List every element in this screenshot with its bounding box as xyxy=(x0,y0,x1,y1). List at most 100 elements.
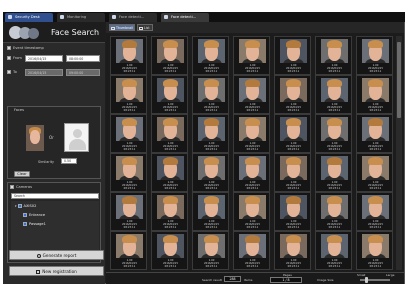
reference-face-image[interactable] xyxy=(26,125,44,151)
face-thumbnail[interactable]: 1.00 2016/04/15 08:23:11 xyxy=(110,114,147,153)
thumbnail-view-button[interactable]: Thumbnail xyxy=(109,24,135,31)
face-thumbnail[interactable]: 1.00 2016/04/15 08:23:11 xyxy=(356,192,393,231)
image-size-slider-knob[interactable] xyxy=(364,277,368,283)
face-thumbnail[interactable]: 1.00 2016/04/15 08:23:11 xyxy=(274,192,311,231)
to-date-field[interactable]: 2016/04/15 xyxy=(25,69,63,76)
thumbnail-time: 08:23:11 xyxy=(164,265,177,268)
to-checkbox[interactable] xyxy=(7,70,11,74)
face-thumbnail[interactable]: 1.00 2016/04/15 08:23:11 xyxy=(192,75,229,114)
face-thumbnail[interactable]: 1.00 2016/04/15 08:23:11 xyxy=(151,75,188,114)
face-thumbnail[interactable]: 1.00 2016/04/15 08:23:11 xyxy=(315,75,352,114)
camera-checkbox[interactable] xyxy=(23,222,27,226)
from-row: From 2016/04/15 08:00:00 xyxy=(7,55,103,62)
face-thumbnail[interactable]: 1.00 2016/04/15 08:23:11 xyxy=(315,36,352,75)
thumbnail-time: 08:23:11 xyxy=(369,265,382,268)
image-size-label: Image Size xyxy=(317,278,334,282)
thumbnail-time: 08:23:11 xyxy=(123,70,136,73)
face-placeholder-image[interactable] xyxy=(64,123,89,152)
tab-face-detection-1[interactable]: Face detecti... xyxy=(109,13,157,22)
face-thumbnail[interactable]: 1.00 2016/04/15 08:23:11 xyxy=(274,153,311,192)
from-date-field[interactable]: 2016/04/15 xyxy=(25,55,63,62)
face-thumbnail[interactable]: 1.00 2016/04/15 08:23:11 xyxy=(233,36,270,75)
face-thumbnail[interactable]: 1.00 2016/04/15 08:23:11 xyxy=(192,36,229,75)
face-thumbnail[interactable]: 1.00 2016/04/15 08:23:11 xyxy=(151,231,188,270)
page-title: Face Search xyxy=(51,28,100,37)
face-image xyxy=(362,39,389,63)
face-thumbnail[interactable]: 1.00 2016/04/15 08:23:11 xyxy=(192,114,229,153)
face-thumbnail[interactable]: 1.00 2016/04/15 08:23:11 xyxy=(110,231,147,270)
face-thumbnail[interactable]: 1.00 2016/04/15 08:23:11 xyxy=(315,192,352,231)
face-image xyxy=(157,39,184,63)
to-time-field[interactable]: 09:00:00 xyxy=(66,69,100,76)
face-thumbnail[interactable]: 1.00 2016/04/15 08:23:11 xyxy=(151,114,188,153)
face-thumbnail[interactable]: 1.00 2016/04/15 08:23:11 xyxy=(356,75,393,114)
thumbnail-time: 08:23:11 xyxy=(205,265,218,268)
face-thumbnail[interactable]: 1.00 2016/04/15 08:23:11 xyxy=(356,114,393,153)
face-thumbnail[interactable]: 1.00 2016/04/15 08:23:11 xyxy=(274,114,311,153)
face-thumbnail[interactable]: 1.00 2016/04/15 08:23:11 xyxy=(274,75,311,114)
camera-item-passage1[interactable]: Passage1 xyxy=(23,221,46,227)
face-thumbnail[interactable]: 1.00 2016/04/15 08:23:11 xyxy=(110,36,147,75)
tab-label: Face detecti... xyxy=(171,15,197,19)
face-thumbnail[interactable]: 1.00 2016/04/15 08:23:11 xyxy=(192,153,229,192)
list-view-button[interactable]: List xyxy=(137,24,153,31)
face-thumbnail[interactable]: 1.00 2016/04/15 08:23:11 xyxy=(356,153,393,192)
tab-security-desk[interactable]: Security Desk xyxy=(5,13,53,22)
thumbnail-time: 08:23:11 xyxy=(246,109,259,112)
face-image xyxy=(362,117,389,141)
cameras-checkbox[interactable] xyxy=(10,185,14,189)
new-registration-button[interactable]: New registration xyxy=(9,266,104,276)
camera-group-axis02[interactable]: ▾ AXIS02 xyxy=(15,203,36,209)
camera-search-input[interactable]: Search xyxy=(11,193,99,199)
face-thumbnail[interactable]: 1.00 2016/04/15 08:23:11 xyxy=(315,231,352,270)
event-timestamp-checkbox[interactable] xyxy=(7,46,11,50)
face-thumbnail[interactable]: 1.00 2016/04/15 08:23:11 xyxy=(110,75,147,114)
thumbnail-time: 08:23:11 xyxy=(164,148,177,151)
face-image xyxy=(362,234,389,258)
similarity-input[interactable]: 0.50 xyxy=(61,158,77,164)
from-checkbox[interactable] xyxy=(7,56,11,60)
face-thumbnail[interactable]: 1.00 2016/04/15 08:23:11 xyxy=(192,231,229,270)
clear-button[interactable]: Clear xyxy=(14,171,30,177)
face-image xyxy=(116,195,143,219)
face-thumbnail[interactable]: 1.00 2016/04/15 08:23:11 xyxy=(151,192,188,231)
camera-checkbox[interactable] xyxy=(23,213,27,217)
faces-label: Faces xyxy=(14,108,24,112)
generate-report-button[interactable]: Generate report xyxy=(9,250,104,260)
face-thumbnail[interactable]: 1.00 2016/04/15 08:23:11 xyxy=(110,192,147,231)
list-icon xyxy=(139,26,143,30)
page-selector[interactable]: 1 / 8 xyxy=(270,277,302,283)
face-thumbnail[interactable]: 1.00 2016/04/15 08:23:11 xyxy=(356,36,393,75)
face-thumbnail[interactable]: 1.00 2016/04/15 08:23:11 xyxy=(233,75,270,114)
face-image xyxy=(280,234,307,258)
tab-face-detection-2[interactable]: Face detecti... xyxy=(161,13,209,22)
face-thumbnail[interactable]: 1.00 2016/04/15 08:23:11 xyxy=(110,153,147,192)
face-thumbnail[interactable]: 1.00 2016/04/15 08:23:11 xyxy=(315,114,352,153)
face-thumbnail[interactable]: 1.00 2016/04/15 08:23:11 xyxy=(233,114,270,153)
face-thumbnail[interactable]: 1.00 2016/04/15 08:23:11 xyxy=(192,192,229,231)
scrollbar-thumb[interactable] xyxy=(397,42,401,118)
face-thumbnail[interactable]: 1.00 2016/04/15 08:23:11 xyxy=(315,153,352,192)
event-timestamp-header[interactable]: Event timestamp xyxy=(7,45,44,51)
camera-item-entrance[interactable]: Entrance xyxy=(23,212,45,218)
face-image xyxy=(321,234,348,258)
face-image xyxy=(198,39,225,63)
face-thumbnail[interactable]: 1.00 2016/04/15 08:23:11 xyxy=(274,231,311,270)
tab-monitoring[interactable]: Monitoring xyxy=(57,13,105,22)
face-thumbnail[interactable]: 1.00 2016/04/15 08:23:11 xyxy=(274,36,311,75)
thumbnail-time: 08:23:11 xyxy=(246,187,259,190)
face-image xyxy=(157,234,184,258)
face-thumbnail[interactable]: 1.00 2016/04/15 08:23:11 xyxy=(233,192,270,231)
results-scrollbar[interactable] xyxy=(396,36,402,270)
face-thumbnail[interactable]: 1.00 2016/04/15 08:23:11 xyxy=(151,153,188,192)
face-thumbnail[interactable]: 1.00 2016/04/15 08:23:11 xyxy=(233,153,270,192)
face-image xyxy=(198,78,225,102)
thumbnail-time: 08:23:11 xyxy=(287,148,300,151)
face-thumbnail[interactable]: 1.00 2016/04/15 08:23:11 xyxy=(233,231,270,270)
from-time-field[interactable]: 08:00:00 xyxy=(66,55,100,62)
face-thumbnail[interactable]: 1.00 2016/04/15 08:23:11 xyxy=(151,36,188,75)
thumbnail-time: 08:23:11 xyxy=(164,226,177,229)
camera-checkbox[interactable] xyxy=(17,204,22,208)
list-label: List xyxy=(144,26,150,30)
face-thumbnail[interactable]: 1.00 2016/04/15 08:23:11 xyxy=(356,231,393,270)
